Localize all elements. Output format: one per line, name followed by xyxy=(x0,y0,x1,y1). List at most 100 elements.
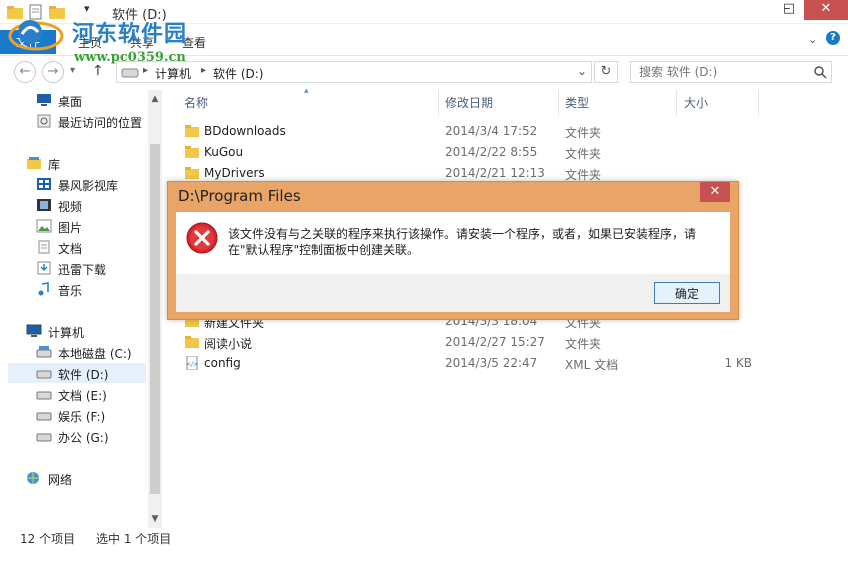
search-box[interactable] xyxy=(630,61,832,83)
status-selected-count: 选中 1 个项目 xyxy=(96,532,172,546)
table-row[interactable]: KuGou 2014/2/22 8:55 文件夹 xyxy=(168,142,848,162)
sidebar-item-label: 网络 xyxy=(48,473,73,487)
file-date: 2014/2/22 8:55 xyxy=(445,145,538,159)
sidebar-item-drive-d[interactable]: 软件 (D:) xyxy=(8,363,146,383)
tab-share[interactable]: 共享 xyxy=(130,34,154,51)
ribbon-expand-icon[interactable]: ⌄ xyxy=(808,33,817,46)
xml-file-icon: </> xyxy=(186,356,198,370)
ok-button[interactable]: 确定 xyxy=(654,282,720,304)
recent-icon xyxy=(37,114,51,128)
folder-icon xyxy=(185,167,199,179)
table-row[interactable]: </> config 2014/3/5 22:47 XML 文档 1 KB xyxy=(168,353,848,373)
desktop-icon xyxy=(37,94,51,106)
sort-ascending-icon: ▴ xyxy=(304,86,309,96)
sidebar-item-computer[interactable]: 计算机 xyxy=(0,321,148,341)
restore-button[interactable]: □ xyxy=(774,0,804,20)
file-name: KuGou xyxy=(204,145,244,159)
sidebar-item-drive-c[interactable]: 本地磁盘 (C:) xyxy=(0,342,148,362)
chevron-down-icon[interactable]: ⌄ xyxy=(577,64,587,78)
address-bar[interactable]: ▸ 计算机 ▸ 软件 (D:) ⌄ xyxy=(116,61,592,83)
sidebar-item-label: 迅雷下载 xyxy=(58,263,107,277)
file-type: 文件夹 xyxy=(565,147,602,161)
up-button[interactable]: ↑ xyxy=(92,63,104,79)
sidebar-item-network[interactable]: 网络 xyxy=(0,468,148,488)
error-icon xyxy=(186,222,218,254)
help-icon[interactable]: ? xyxy=(826,31,840,45)
sidebar-scrollbar[interactable]: ▲ ▼ xyxy=(148,90,162,528)
drive-icon xyxy=(36,412,52,421)
back-button[interactable]: ← xyxy=(14,61,36,83)
search-input[interactable] xyxy=(631,62,807,82)
status-bar: 12 个项目 选中 1 个项目 xyxy=(0,526,848,548)
dialog-message: 该文件没有与之关联的程序来执行该操作。请安装一个程序，或者，如果已安装程序，请在… xyxy=(228,227,697,257)
table-row[interactable]: MyDrivers 2014/2/21 12:13 文件夹 xyxy=(168,163,848,183)
sidebar-item-videos[interactable]: 视频 xyxy=(0,195,148,215)
drive-icon xyxy=(36,370,52,379)
scroll-up-icon[interactable]: ▲ xyxy=(148,92,162,106)
column-divider[interactable] xyxy=(438,90,439,116)
dialog-close-button[interactable]: ✕ xyxy=(700,182,730,202)
sidebar-item-thunder-downloads[interactable]: 迅雷下载 xyxy=(0,258,148,278)
properties-icon[interactable] xyxy=(28,3,44,21)
svg-text:</>: </> xyxy=(186,361,198,368)
breadcrumb-drive-d[interactable]: 软件 (D:) xyxy=(213,65,263,82)
file-size: 1 KB xyxy=(724,356,752,370)
arrow-left-icon: ← xyxy=(19,64,31,79)
sidebar-item-label: 音乐 xyxy=(58,284,83,298)
column-divider[interactable] xyxy=(758,90,759,116)
sidebar-item-documents[interactable]: 文档 xyxy=(0,237,148,257)
recent-locations-icon[interactable]: ▾ xyxy=(70,65,75,76)
file-name: BDdownloads xyxy=(204,124,286,138)
sidebar-item-desktop[interactable]: 桌面 xyxy=(0,90,148,110)
new-folder-icon[interactable] xyxy=(48,3,66,21)
sidebar-item-label: 视频 xyxy=(58,200,83,214)
app-folder-icon xyxy=(7,6,23,19)
column-header-type[interactable]: 类型 xyxy=(565,94,589,114)
video-library-icon xyxy=(37,178,51,190)
column-header-size[interactable]: 大小 xyxy=(684,94,708,114)
ribbon-tabs: 文件 主页 共享 查看 ⌄ ? xyxy=(0,24,848,56)
sidebar-item-libraries[interactable]: 库 xyxy=(0,153,148,173)
file-type: 文件夹 xyxy=(565,337,602,351)
tab-file[interactable]: 文件 xyxy=(0,30,56,54)
forward-button[interactable]: → xyxy=(42,61,64,83)
dialog-title: D:\Program Files xyxy=(178,187,301,205)
sidebar-item-drive-g[interactable]: 办公 (G:) xyxy=(0,426,148,446)
library-icon xyxy=(27,157,41,169)
close-window-button[interactable]: ✕ xyxy=(804,0,848,20)
sidebar-item-label: 软件 (D:) xyxy=(58,368,109,382)
navigation-pane: 桌面 最近访问的位置 库 暴风影视库 视频 图片 文档 迅雷下载 音乐 计算机 … xyxy=(0,86,148,526)
column-header-date[interactable]: 修改日期 xyxy=(445,94,493,114)
scrollbar-thumb[interactable] xyxy=(150,144,160,494)
chevron-right-icon: ▸ xyxy=(143,65,149,76)
column-divider[interactable] xyxy=(676,90,677,116)
sidebar-item-recent[interactable]: 最近访问的位置 xyxy=(0,111,148,131)
sidebar-item-music[interactable]: 音乐 xyxy=(0,279,148,299)
column-header-name[interactable]: 名称 xyxy=(184,94,208,114)
sidebar-item-drive-f[interactable]: 娱乐 (F:) xyxy=(0,405,148,425)
table-row[interactable]: 阅读小说 2014/2/27 15:27 文件夹 xyxy=(168,332,848,352)
sidebar-item-label: 娱乐 (F:) xyxy=(58,410,106,424)
window-title: 软件 (D:) xyxy=(112,8,167,23)
search-icon[interactable] xyxy=(813,65,827,79)
tab-view[interactable]: 查看 xyxy=(182,34,206,51)
table-row[interactable]: BDdownloads 2014/3/4 17:52 文件夹 xyxy=(168,121,848,141)
breadcrumb-computer[interactable]: 计算机 xyxy=(155,65,191,82)
column-divider[interactable] xyxy=(558,90,559,116)
quick-access-dropdown-icon[interactable]: ▾ xyxy=(84,2,90,20)
refresh-button[interactable]: ↻ xyxy=(594,61,618,83)
folder-icon xyxy=(185,336,199,348)
tab-home[interactable]: 主页 xyxy=(78,34,102,51)
drive-icon xyxy=(36,433,52,442)
chevron-right-icon: ▸ xyxy=(201,65,207,76)
sidebar-item-drive-e[interactable]: 文档 (E:) xyxy=(0,384,148,404)
arrow-right-icon: → xyxy=(47,64,59,79)
file-date: 2014/3/5 22:47 xyxy=(445,356,538,370)
sidebar-item-video-library[interactable]: 暴风影视库 xyxy=(0,174,148,194)
sidebar-item-label: 库 xyxy=(48,158,61,172)
file-name: 阅读小说 xyxy=(204,337,253,351)
scroll-down-icon[interactable]: ▼ xyxy=(148,512,162,526)
sidebar-item-pictures[interactable]: 图片 xyxy=(0,216,148,236)
folder-icon xyxy=(185,146,199,158)
refresh-icon: ↻ xyxy=(600,64,612,79)
